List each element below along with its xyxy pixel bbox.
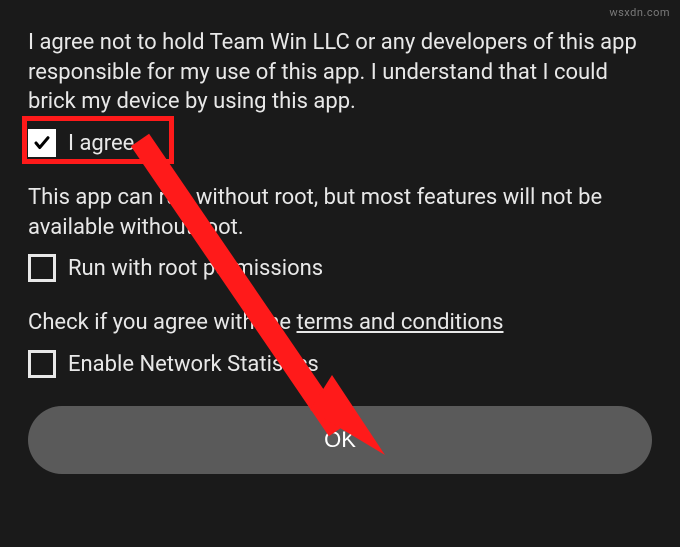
- terms-text: Check if you agree with the terms and co…: [28, 308, 652, 338]
- ok-button[interactable]: OK: [28, 406, 652, 474]
- root-info-text: This app can run without root, but most …: [28, 183, 652, 242]
- terms-prefix: Check if you agree with the: [28, 310, 297, 335]
- watermark-text: wsxdn.com: [609, 6, 670, 19]
- run-root-checkbox[interactable]: [28, 254, 56, 282]
- enable-stats-checkbox-row[interactable]: Enable Network Statistics: [28, 350, 652, 378]
- agree-checkbox[interactable]: [28, 129, 56, 157]
- agree-checkbox-row[interactable]: I agree: [28, 129, 652, 157]
- checkmark-icon: [33, 134, 51, 152]
- liability-text: I agree not to hold Team Win LLC or any …: [28, 28, 652, 117]
- enable-stats-checkbox[interactable]: [28, 350, 56, 378]
- terms-link[interactable]: terms and conditions: [297, 310, 504, 335]
- enable-stats-label: Enable Network Statistics: [68, 352, 319, 377]
- run-root-checkbox-row[interactable]: Run with root permissions: [28, 254, 652, 282]
- agree-label: I agree: [68, 131, 134, 156]
- run-root-label: Run with root permissions: [68, 256, 323, 281]
